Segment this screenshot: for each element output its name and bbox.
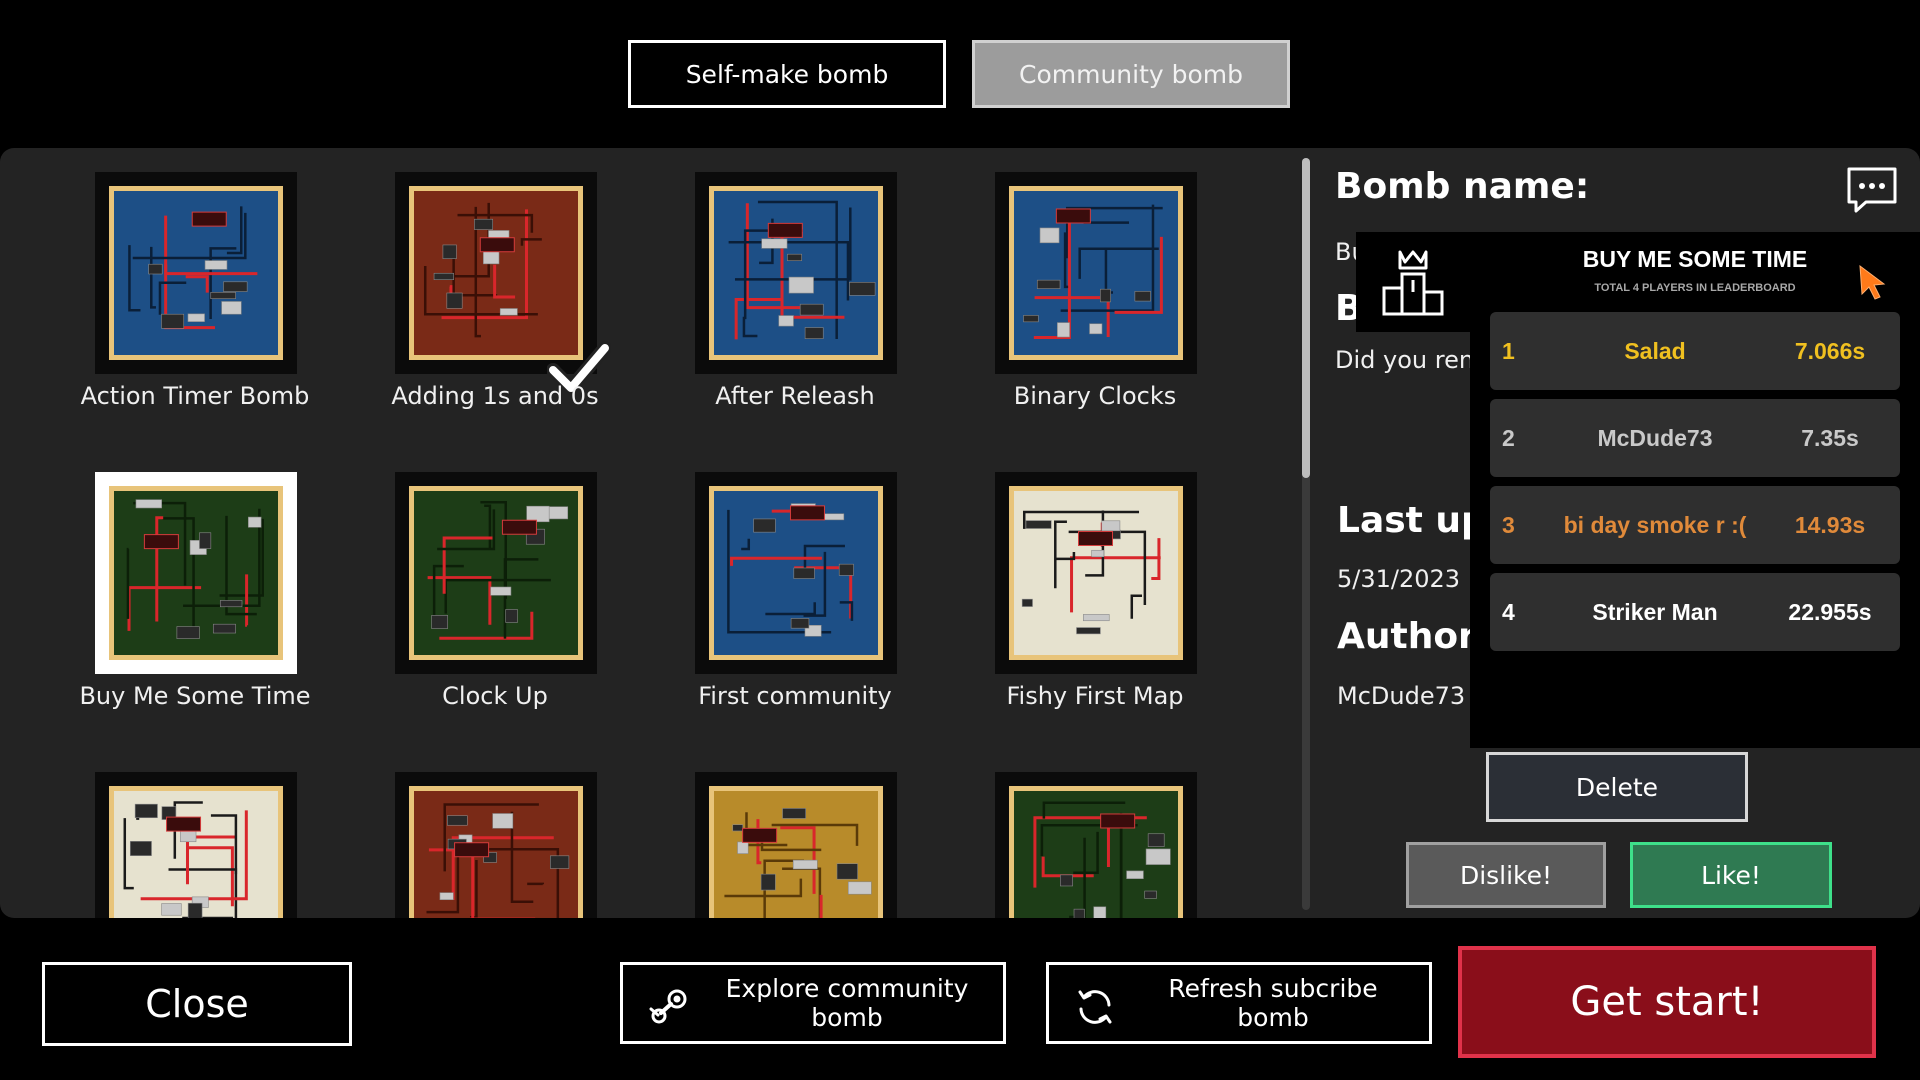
leaderboard-time: 14.93s: [1794, 512, 1866, 538]
leaderboard-title: BUY ME SOME TIME: [1582, 246, 1808, 272]
like-button[interactable]: Like!: [1630, 842, 1832, 908]
bomb-card[interactable]: Clock Up: [345, 448, 645, 728]
dislike-button[interactable]: Dislike!: [1406, 842, 1606, 908]
leaderboard-player-name: McDude73: [1597, 425, 1713, 451]
bomb-thumbnail[interactable]: [395, 472, 597, 674]
tab-community-bomb[interactable]: Community bomb: [972, 40, 1290, 108]
bomb-thumbnail[interactable]: [395, 172, 612, 395]
steam-icon: [649, 987, 689, 1027]
bomb-card-label: Fishy First Map: [1006, 682, 1184, 710]
leaderboard-rank: 3: [1502, 512, 1515, 538]
leaderboard-podium-icon: [1380, 248, 1446, 318]
leaderboard-rank: 1: [1502, 338, 1515, 364]
leaderboard-row: 2 McDude73 7.35s: [1490, 399, 1900, 477]
delete-button[interactable]: Delete: [1486, 752, 1748, 822]
bomb-card[interactable]: Buy Me Some Time: [45, 448, 345, 728]
bomb-board-image: [1009, 786, 1183, 918]
leaderboard-row: 3 bi day smoke r :( 14.93s: [1490, 486, 1900, 564]
leaderboard-time: 7.35s: [1801, 425, 1859, 451]
bomb-thumbnail[interactable]: [695, 172, 897, 374]
description-value: Did you ren: [1335, 346, 1475, 374]
leaderboard-player-name: Salad: [1624, 338, 1686, 364]
bomb-thumbnail[interactable]: [695, 772, 897, 918]
chat-bubble-icon[interactable]: [1846, 166, 1898, 214]
bomb-board-image: [709, 786, 883, 918]
last-updated-label: Last up: [1337, 500, 1487, 541]
bomb-board-image: [109, 786, 283, 918]
leaderboard-row: 4 Striker Man 22.955s: [1490, 573, 1900, 651]
bomb-card[interactable]: [945, 748, 1245, 918]
bomb-name-label: Bomb name:: [1335, 166, 1590, 207]
author-value: McDude73: [1337, 682, 1466, 710]
leaderboard-time: 22.955s: [1788, 599, 1872, 625]
bomb-card-label: Clock Up: [442, 682, 548, 710]
pointer-cursor-icon: [1858, 264, 1888, 300]
bomb-card[interactable]: First community: [645, 448, 945, 728]
bomb-card[interactable]: Adding 1s and 0s: [345, 148, 645, 428]
leaderboard-rank: 4: [1502, 599, 1515, 625]
bomb-card-label: First community: [698, 682, 892, 710]
bomb-thumbnail[interactable]: [995, 472, 1197, 674]
tab-self-make-bomb[interactable]: Self-make bomb: [628, 40, 946, 108]
bomb-thumbnail[interactable]: [395, 772, 597, 918]
refresh-subscribe-bomb-button[interactable]: Refresh subcribe bomb: [1046, 962, 1432, 1044]
leaderboard-rank: 2: [1502, 425, 1515, 451]
bomb-board-image: [109, 186, 283, 360]
get-start-button[interactable]: Get start!: [1458, 946, 1876, 1058]
bomb-card-label: Buy Me Some Time: [79, 682, 311, 710]
last-updated-value: 5/31/2023: [1337, 565, 1461, 593]
bomb-board-image: [709, 486, 883, 660]
leaderboard-player-name: Striker Man: [1592, 599, 1718, 625]
bomb-card[interactable]: [345, 748, 645, 918]
bomb-card[interactable]: Action Timer Bomb: [45, 148, 345, 428]
bomb-thumbnail[interactable]: [995, 172, 1197, 374]
bomb-board-image: [1009, 486, 1183, 660]
bomb-card[interactable]: After Releash: [645, 148, 945, 428]
bomb-card-label: Binary Clocks: [1013, 382, 1177, 410]
refresh-icon: [1075, 987, 1115, 1027]
explore-community-bomb-button[interactable]: Explore community bomb: [620, 962, 1006, 1044]
bomb-grid-scrollbar[interactable]: [1302, 158, 1310, 910]
explore-button-label: Explore community bomb: [725, 974, 969, 1032]
refresh-button-label: Refresh subcribe bomb: [1168, 974, 1378, 1032]
bomb-thumbnail[interactable]: [95, 172, 297, 374]
bomb-card[interactable]: [45, 748, 345, 918]
close-button[interactable]: Close: [42, 962, 352, 1046]
bomb-grid: Action Timer Bomb Adding 1s and 0s After R…: [0, 148, 1300, 918]
bomb-card[interactable]: Binary Clocks: [945, 148, 1245, 428]
bomb-thumbnail[interactable]: [995, 772, 1197, 918]
bomb-board-image: [709, 186, 883, 360]
author-label: Author:: [1337, 616, 1491, 657]
bomb-thumbnail[interactable]: [95, 772, 297, 918]
leaderboard-time: 7.066s: [1794, 338, 1866, 364]
bomb-thumbnail[interactable]: [695, 472, 897, 674]
leaderboard-player-name: bi day smoke r :(: [1563, 512, 1747, 538]
leaderboard-row: 1 Salad 7.066s: [1490, 312, 1900, 390]
bomb-card[interactable]: Fishy First Map: [945, 448, 1245, 728]
bomb-card[interactable]: [645, 748, 945, 918]
scrollbar-thumb[interactable]: [1302, 158, 1310, 478]
bomb-board-image: [409, 786, 583, 918]
bomb-thumbnail[interactable]: [95, 472, 297, 674]
bomb-card-label: Action Timer Bomb: [80, 382, 310, 410]
bomb-board-image: [1009, 186, 1183, 360]
leaderboard-subtitle: TOTAL 4 PLAYERS IN LEADERBOARD: [1594, 282, 1796, 294]
bomb-board-image: [109, 486, 283, 660]
bomb-card-label: Adding 1s and 0s: [391, 382, 599, 410]
bomb-card-label: After Releash: [715, 382, 875, 410]
bomb-board-image: [409, 486, 583, 660]
bomb-board-image: [409, 186, 583, 360]
